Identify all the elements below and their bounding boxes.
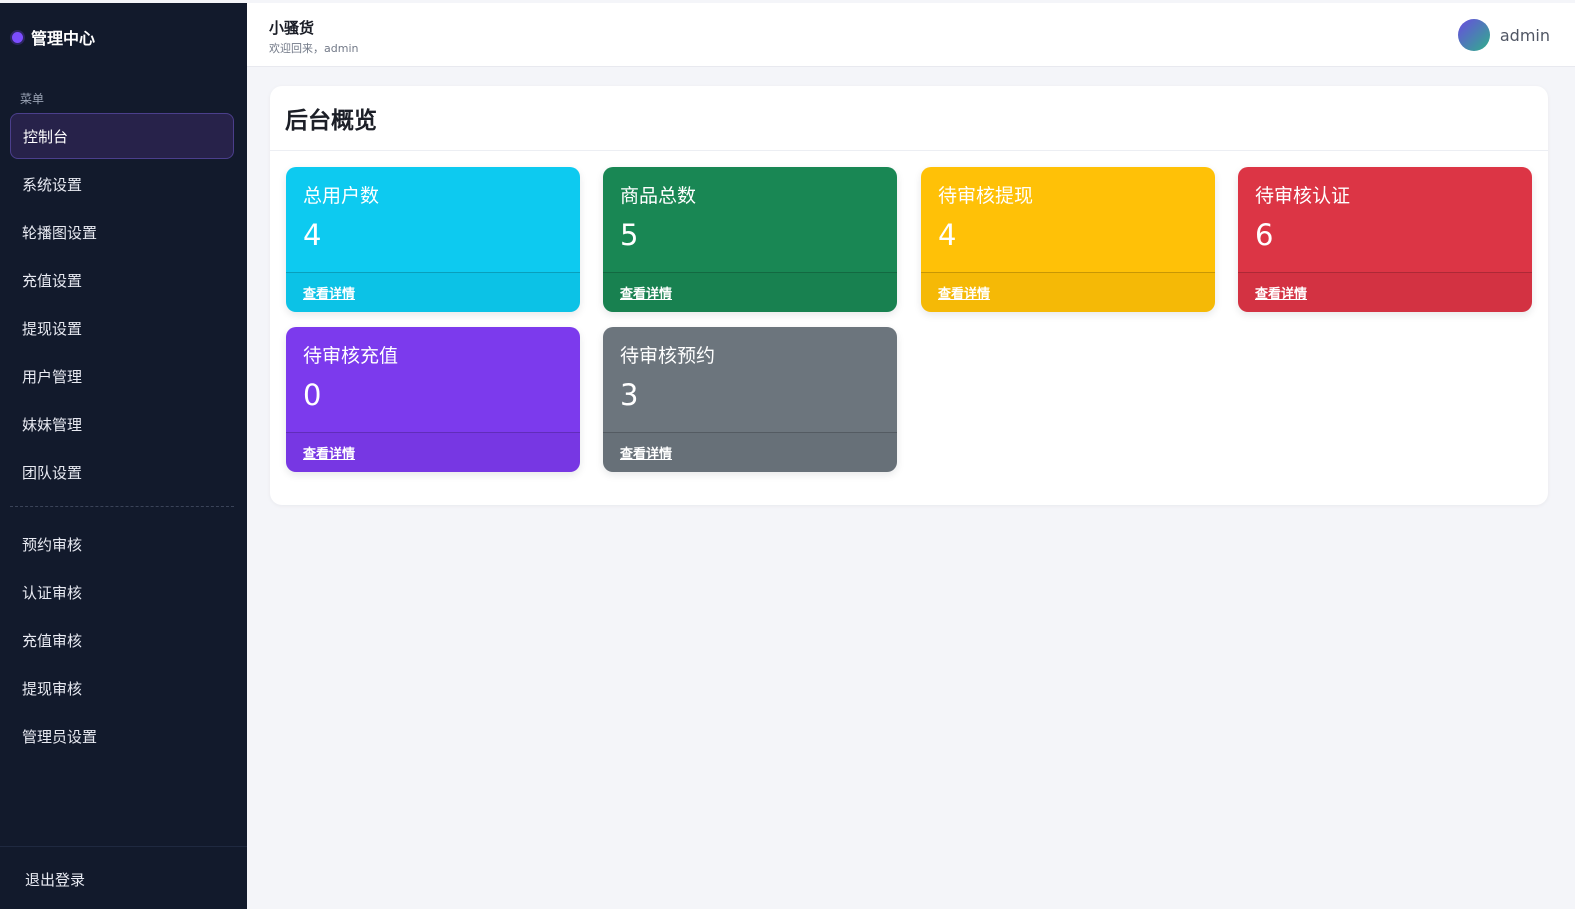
stat-card-pending-recharges: 待审核充值 0 查看详情 [286,327,580,472]
overview-panel: 后台概览 总用户数 4 查看详情 商品总数 5 查看详情 待审核提现 4 查看详… [270,86,1548,505]
card-body: 总用户数 4 [286,167,580,272]
menu-caption: 菜单 [20,92,45,106]
stat-card-pending-verifications: 待审核认证 6 查看详情 [1238,167,1532,312]
card-footer: 查看详情 [603,272,897,312]
sidebar-item-withdraw-settings[interactable]: 提现设置 [10,305,234,351]
panel-header: 后台概览 [270,86,1548,151]
avatar[interactable] [1457,19,1490,51]
card-value: 5 [620,218,639,252]
user-name: admin [1499,25,1550,45]
user-menu[interactable]: admin [1457,19,1550,51]
stat-card-total-users: 总用户数 4 查看详情 [286,167,580,312]
sidebar-divider [10,506,234,507]
card-label: 商品总数 [620,185,697,207]
sidebar-item-recharge-settings[interactable]: 充值设置 [10,257,234,303]
view-details-link[interactable]: 查看详情 [620,443,672,462]
logout-button[interactable]: 退出登录 [25,869,85,890]
card-value: 3 [620,378,639,412]
card-body: 待审核充值 0 [286,327,580,432]
card-body: 待审核认证 6 [1238,167,1532,272]
card-body: 待审核提现 4 [921,167,1215,272]
sidebar-item-user-management[interactable]: 用户管理 [10,353,234,399]
card-label: 待审核充值 [303,345,399,367]
card-value: 0 [303,378,322,412]
card-label: 待审核提现 [938,185,1034,207]
sidebar-footer: 退出登录 [0,846,247,909]
sidebar-item-admin-settings[interactable]: 管理员设置 [10,713,234,759]
sidebar-item-system-settings[interactable]: 系统设置 [10,161,234,207]
card-body: 商品总数 5 [603,167,897,272]
card-value: 4 [938,218,957,252]
sidebar-item-verification-review[interactable]: 认证审核 [10,569,234,615]
view-details-link[interactable]: 查看详情 [938,283,990,302]
sidebar-item-booking-review[interactable]: 预约审核 [10,521,234,567]
sidebar-item-team-settings[interactable]: 团队设置 [10,449,234,495]
site-title: 小骚货 [269,19,315,37]
sidebar-item-withdraw-review[interactable]: 提现审核 [10,665,234,711]
sidebar-nav: 控制台 系统设置 轮播图设置 充值设置 提现设置 用户管理 妹妹管理 团队设置 … [10,113,234,761]
card-label: 待审核预约 [620,345,716,367]
card-label: 待审核认证 [1255,185,1351,207]
page-title: 后台概览 [285,108,377,134]
card-footer: 查看详情 [1238,272,1532,312]
stat-card-pending-withdrawals: 待审核提现 4 查看详情 [921,167,1215,312]
top-bar: 小骚货 欢迎回来，admin admin [247,3,1575,67]
card-value: 4 [303,218,322,252]
sidebar-item-dashboard[interactable]: 控制台 [10,113,234,159]
brand-dot-icon [12,31,23,43]
card-footer: 查看详情 [286,432,580,472]
card-body: 待审核预约 3 [603,327,897,432]
brand: 管理中心 [12,25,95,49]
stat-card-pending-bookings: 待审核预约 3 查看详情 [603,327,897,472]
view-details-link[interactable]: 查看详情 [620,283,672,302]
view-details-link[interactable]: 查看详情 [303,283,355,302]
welcome-text: 欢迎回来，admin [269,42,359,55]
stat-card-total-products: 商品总数 5 查看详情 [603,167,897,312]
brand-title: 管理中心 [31,29,96,48]
view-details-link[interactable]: 查看详情 [303,443,355,462]
card-value: 6 [1255,218,1274,252]
sidebar-item-carousel-settings[interactable]: 轮播图设置 [10,209,234,255]
sidebar-item-girls-management[interactable]: 妹妹管理 [10,401,234,447]
card-footer: 查看详情 [603,432,897,472]
view-details-link[interactable]: 查看详情 [1255,283,1307,302]
sidebar: 管理中心 菜单 控制台 系统设置 轮播图设置 充值设置 提现设置 用户管理 妹妹… [0,3,247,909]
card-footer: 查看详情 [286,272,580,312]
card-label: 总用户数 [303,185,380,207]
card-footer: 查看详情 [921,272,1215,312]
sidebar-item-recharge-review[interactable]: 充值审核 [10,617,234,663]
